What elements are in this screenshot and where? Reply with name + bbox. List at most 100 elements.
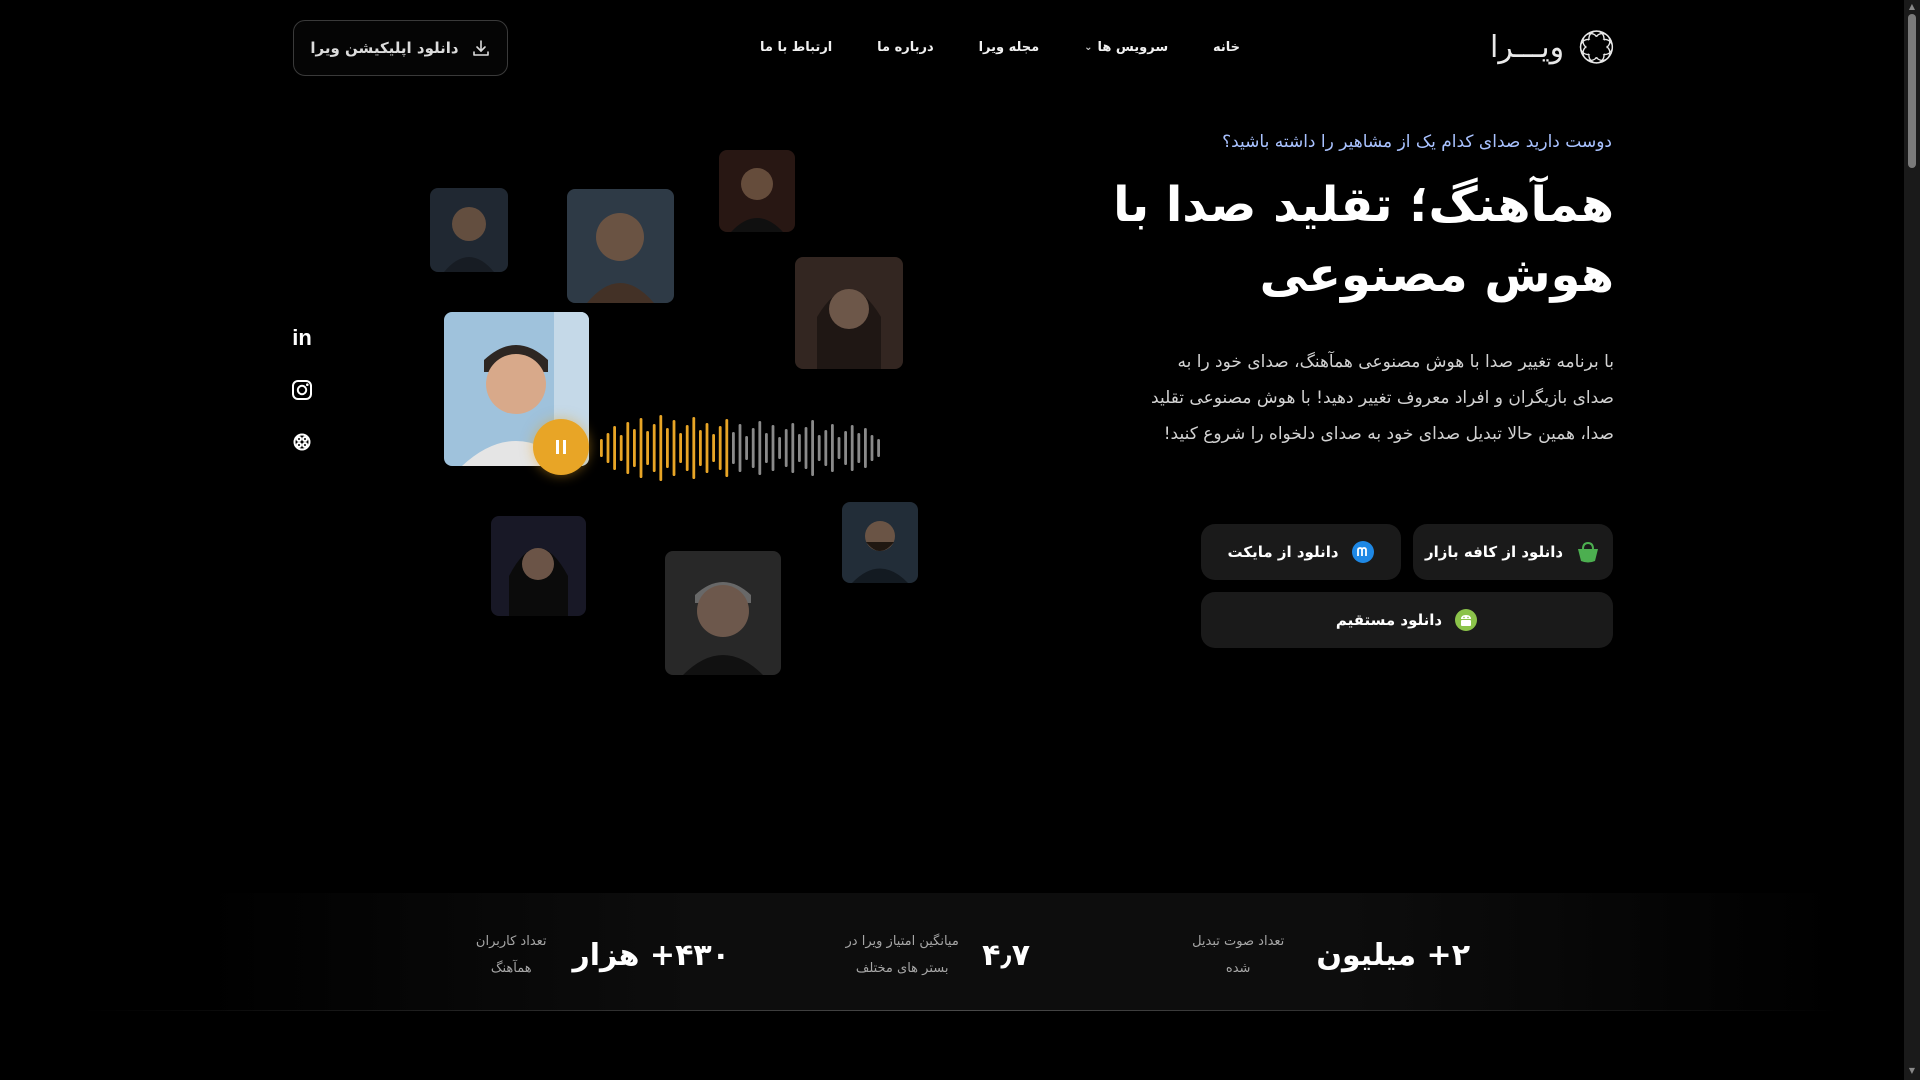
waveform-bar — [870, 435, 874, 461]
instagram-icon[interactable] — [289, 377, 315, 403]
nav-about[interactable]: درباره ما — [877, 36, 934, 58]
direct-download-label: دانلود مستقیم — [1335, 611, 1443, 629]
waveform-bar — [633, 429, 636, 467]
cafe-bazaar-icon — [1578, 541, 1599, 563]
waveform-bar — [679, 433, 682, 463]
logo-text: ویـــرا — [1490, 29, 1565, 65]
waveform-bar — [877, 439, 880, 457]
scroll-down-arrow-icon[interactable]: ▼ — [1907, 1066, 1917, 1076]
celebrity-portrait[interactable] — [491, 516, 586, 616]
pause-icon — [556, 440, 566, 454]
aparat-icon[interactable] — [289, 429, 315, 455]
waveform-bar — [672, 420, 676, 476]
waveform-bar — [685, 425, 689, 471]
waveform-bar — [692, 417, 696, 479]
stat-label: میانگین امتیاز ویرا در بستر های مختلف — [845, 934, 959, 976]
waveform-bar — [844, 431, 847, 465]
audio-waveform — [600, 415, 880, 481]
waveform-bar — [745, 436, 748, 460]
nav-magazine[interactable]: مجله ویرا — [979, 36, 1040, 58]
stat-value: ۴۳۰+ هزار — [572, 937, 730, 973]
stat-label: تعداد کاربران همآهنگ — [475, 934, 547, 976]
waveform-bar — [824, 430, 828, 466]
waveform-bar — [771, 425, 775, 471]
waveform-bar — [652, 424, 656, 472]
celebrity-portrait[interactable] — [842, 502, 918, 583]
aparat-glyph — [293, 433, 311, 451]
waveform-bar — [864, 428, 867, 468]
waveform-bar — [712, 434, 715, 462]
waveform-bar — [718, 426, 722, 470]
waveform-bar — [751, 428, 755, 468]
myket-icon — [1351, 541, 1374, 563]
waveform-bar — [778, 437, 781, 459]
brand-logo[interactable]: ویـــرا — [1490, 24, 1615, 70]
page-scrollbar[interactable]: ▲ ▼ — [1904, 0, 1920, 1080]
direct-download-button[interactable]: دانلود مستقیم — [1201, 592, 1613, 648]
celebrity-portrait[interactable] — [665, 551, 781, 675]
myket-download-button[interactable]: دانلود از مایکت — [1201, 524, 1401, 580]
scroll-up-arrow-icon[interactable]: ▲ — [1907, 2, 1917, 12]
instagram-glyph — [292, 380, 312, 400]
waveform-bar — [732, 432, 735, 464]
waveform-bar — [857, 433, 861, 463]
nav-services[interactable]: سرویس ها ⌄ — [1084, 36, 1168, 58]
logo-mark-icon — [1579, 30, 1614, 64]
waveform-bar — [666, 428, 669, 468]
waveform-bar — [619, 435, 623, 461]
cafe-bazaar-label: دانلود از کافه بازار — [1424, 543, 1564, 561]
nav-about-label: درباره ما — [877, 39, 934, 55]
waveform-bar — [659, 415, 663, 481]
main-nav: خانه سرویس ها ⌄ مجله ویرا درباره ما ارتبا… — [760, 36, 1240, 58]
stat-converted-audio: ۲+ میلیون تعداد صوت تبدیل شده — [1180, 925, 1470, 985]
waveform-bar — [804, 427, 808, 469]
page: ویـــرا خانه سرویس ها ⌄ مجله ویرا درباره … — [0, 0, 1920, 1080]
waveform-bar — [639, 418, 643, 478]
stats-divider — [80, 1010, 1840, 1011]
waveform-bar — [850, 425, 854, 471]
celebrity-portrait[interactable] — [430, 188, 508, 272]
stat-value: ۴٫۷ — [982, 937, 1030, 973]
waveform-bar — [798, 434, 801, 462]
linkedin-label: in — [292, 325, 312, 350]
nav-magazine-label: مجله ویرا — [978, 39, 1040, 55]
stat-value: ۲+ میلیون — [1316, 937, 1470, 973]
waveform-bar — [606, 433, 610, 463]
waveform-bar — [705, 423, 709, 473]
nav-contact-label: ارتباط با ما — [760, 39, 833, 55]
nav-home[interactable]: خانه — [1213, 36, 1240, 58]
waveform-bar — [791, 423, 795, 473]
celebrity-portrait[interactable] — [567, 189, 674, 303]
waveform-bar — [758, 421, 762, 475]
stat-label: تعداد صوت تبدیل شده — [1192, 934, 1285, 976]
waveform-bar — [817, 435, 821, 461]
myket-label: دانلود از مایکت — [1227, 543, 1339, 561]
chevron-down-icon: ⌄ — [1084, 41, 1093, 53]
stat-users: ۴۳۰+ هزار تعداد کاربران همآهنگ — [470, 925, 730, 985]
waveform-bar — [811, 420, 814, 476]
download-app-label: دانلود اپلیکیشن ویرا — [310, 39, 459, 57]
waveform-bar — [784, 429, 788, 467]
download-app-button[interactable]: دانلود اپلیکیشن ویرا — [293, 20, 508, 76]
waveform-bar — [831, 424, 834, 472]
waveform-bar — [646, 431, 649, 465]
waveform-bar — [600, 439, 603, 457]
waveform-bar — [699, 430, 702, 466]
scrollbar-thumb[interactable] — [1908, 14, 1916, 168]
celebrity-portrait[interactable] — [795, 257, 903, 369]
cafe-bazaar-download-button[interactable]: دانلود از کافه بازار — [1413, 524, 1613, 580]
waveform-bar — [765, 433, 768, 463]
waveform-bar — [626, 422, 630, 474]
nav-home-label: خانه — [1212, 39, 1240, 55]
waveform-bar — [613, 426, 616, 470]
waveform-bar — [837, 437, 841, 459]
celebrity-portrait[interactable] — [719, 150, 795, 232]
waveform-bar — [738, 424, 742, 472]
nav-contact[interactable]: ارتباط با ما — [760, 36, 832, 58]
hero-title: همآهنگ؛ تقلید صدا با هوش مصنوعی — [1113, 177, 1614, 303]
hero-eyebrow: دوست دارید صدای کدام یک از مشاهیر را داش… — [1222, 132, 1612, 152]
stat-average-rating: ۴٫۷ میانگین امتیاز ویرا در بستر های مختل… — [800, 925, 1030, 985]
android-icon — [1455, 609, 1478, 631]
pause-button[interactable] — [533, 419, 589, 475]
linkedin-icon[interactable]: in — [289, 325, 315, 351]
